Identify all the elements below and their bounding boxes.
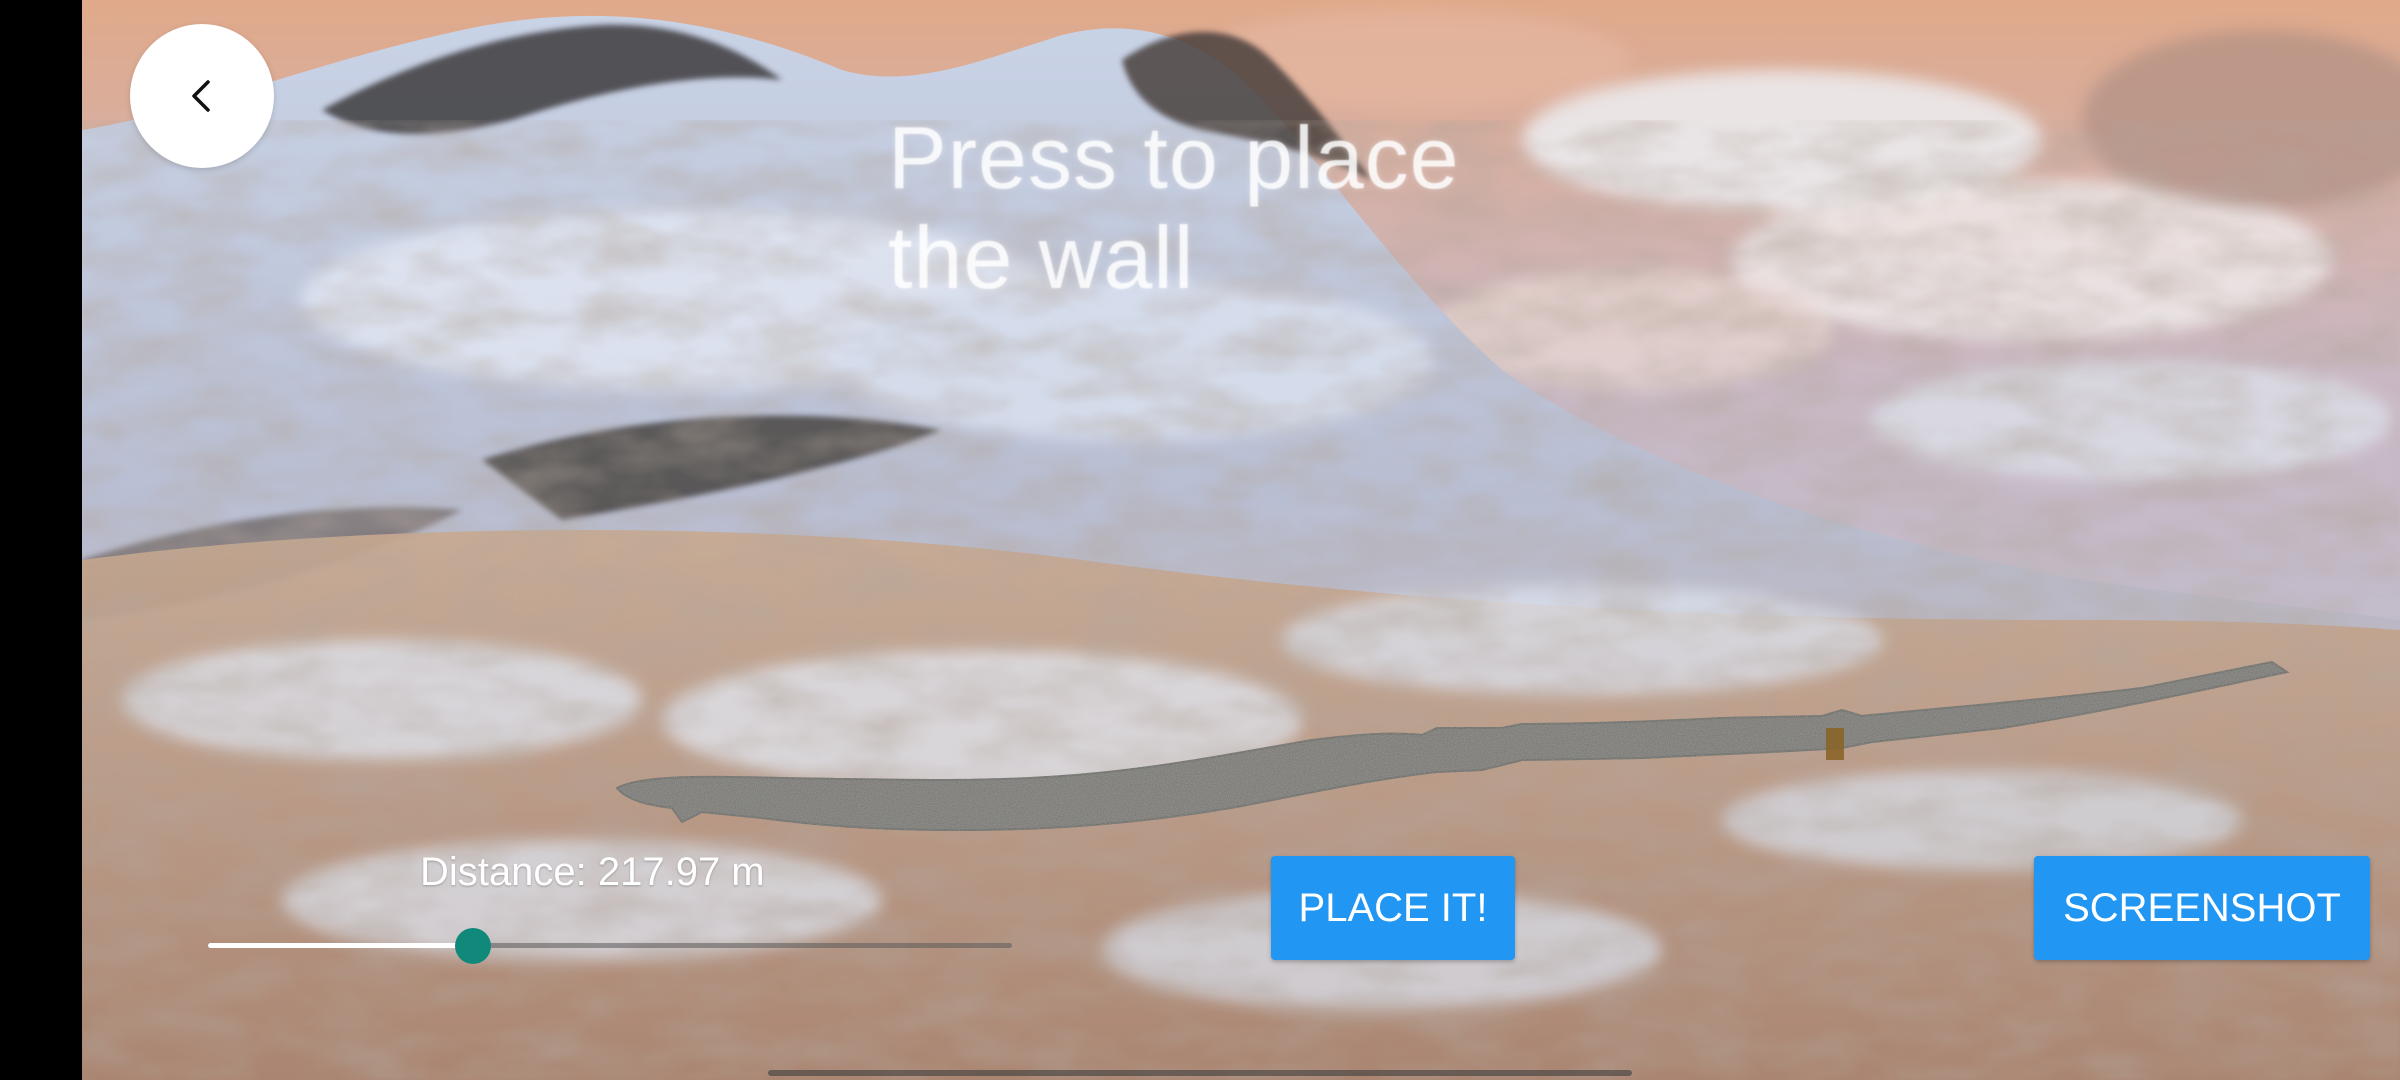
slider-thumb[interactable] [455,928,492,964]
screenshot-button[interactable]: SCREENSHOT [2034,856,2370,960]
distance-label: Distance: 217.97 m [420,850,765,894]
chevron-left-icon [192,80,210,112]
wall-gate [1826,728,1844,760]
place-it-button[interactable]: PLACE IT! [1271,856,1515,960]
home-indicator[interactable] [768,1070,1632,1076]
instruction-line-2: the wall [888,208,1195,307]
distance-slider[interactable] [208,926,1012,966]
instruction-line-1: Press to place [888,108,1460,207]
instruction-text: Press to place the wall [888,108,1588,308]
left-black-bar [0,0,82,1080]
back-button[interactable] [130,24,274,168]
slider-fill [208,943,474,948]
ar-screen: Press to place the wall Distance: 217.97… [0,0,2400,1080]
